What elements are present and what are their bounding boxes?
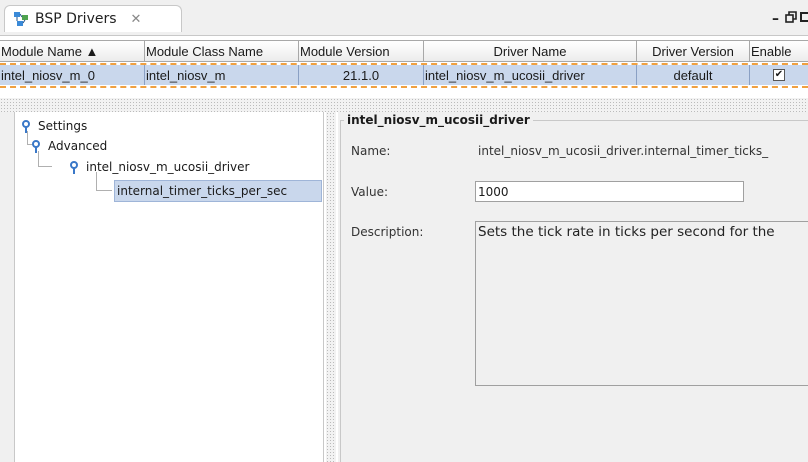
restore-icon[interactable] bbox=[800, 11, 808, 27]
enable-checkbox[interactable]: ✔ bbox=[773, 69, 785, 81]
column-header-module-name[interactable]: Module Name ▲ bbox=[0, 40, 145, 62]
close-icon[interactable]: ✕ bbox=[131, 12, 142, 27]
left-margin bbox=[0, 112, 14, 462]
description-text: Sets the tick rate in ticks per second f… bbox=[475, 221, 808, 386]
cell-module-class-name: intel_niosv_m bbox=[145, 65, 299, 85]
group-title: intel_niosv_m_ucosii_driver bbox=[344, 113, 533, 127]
tree-item-internal-timer-ticks[interactable]: internal_timer_ticks_per_sec bbox=[114, 180, 322, 202]
tree-connector bbox=[96, 172, 112, 191]
minimize-icon[interactable]: – bbox=[772, 11, 779, 27]
group-border-left bbox=[340, 120, 341, 462]
column-header-enable[interactable]: Enable bbox=[750, 40, 808, 62]
tree-item-label: Settings bbox=[38, 119, 88, 133]
tab-bsp-drivers[interactable]: BSP Drivers ✕ bbox=[4, 5, 182, 32]
selection-outline-bottom bbox=[0, 86, 808, 88]
table-row[interactable]: intel_niosv_m_0 intel_niosv_m 21.1.0 int… bbox=[0, 65, 808, 85]
column-header-driver-name[interactable]: Driver Name bbox=[424, 40, 637, 62]
name-value: intel_niosv_m_ucosii_driver.internal_tim… bbox=[478, 144, 769, 158]
horizontal-splitter[interactable] bbox=[0, 98, 808, 112]
cell-driver-version: default bbox=[637, 65, 750, 85]
tree-item-label: Advanced bbox=[48, 139, 108, 153]
view-tab-bar: BSP Drivers ✕ – bbox=[0, 0, 808, 36]
value-label: Value: bbox=[351, 185, 388, 199]
column-header-module-version[interactable]: Module Version bbox=[299, 40, 424, 62]
column-header-driver-version[interactable]: Driver Version bbox=[637, 40, 750, 62]
cell-module-name: intel_niosv_m_0 bbox=[0, 65, 145, 85]
maximize-icon[interactable] bbox=[785, 11, 797, 27]
tree-connector bbox=[38, 151, 52, 167]
column-header-module-class-name[interactable]: Module Class Name bbox=[145, 40, 299, 62]
cell-module-version: 21.1.0 bbox=[299, 65, 424, 85]
cell-driver-name: intel_niosv_m_ucosii_driver bbox=[424, 65, 637, 85]
tab-title: BSP Drivers bbox=[35, 11, 117, 27]
bsp-drivers-icon bbox=[13, 11, 29, 27]
key-icon bbox=[70, 161, 82, 174]
name-label: Name: bbox=[351, 144, 391, 158]
value-field[interactable] bbox=[475, 181, 744, 202]
description-label: Description: bbox=[351, 225, 424, 239]
vertical-splitter[interactable] bbox=[326, 112, 336, 462]
drivers-table: Module Name ▲ Module Class Name Module V… bbox=[0, 36, 808, 94]
table-header: Module Name ▲ Module Class Name Module V… bbox=[0, 40, 808, 62]
cell-enable: ✔ bbox=[750, 65, 808, 85]
